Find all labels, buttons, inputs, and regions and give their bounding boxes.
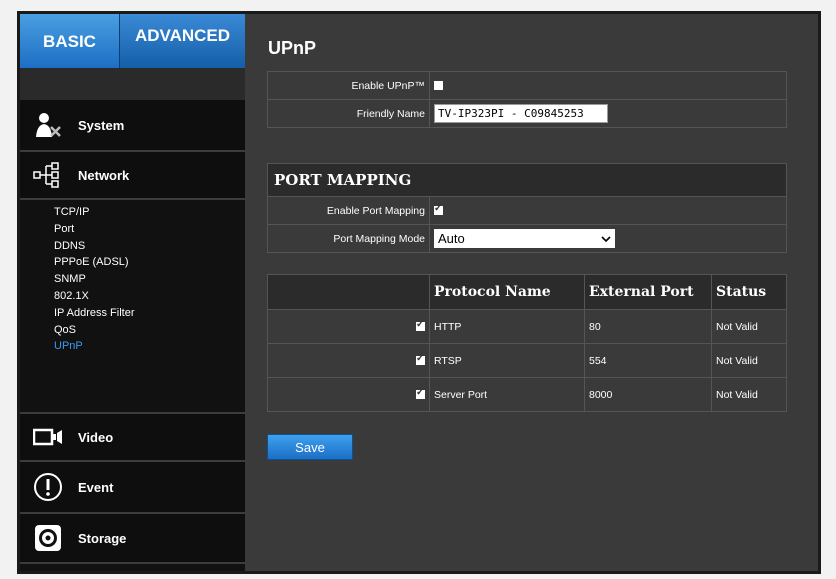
sidebar-section-label: Video: [78, 429, 114, 445]
external-port-cell: 8000: [584, 377, 712, 412]
save-button[interactable]: Save: [267, 434, 353, 460]
port-mapping-settings-table: Enable Port Mapping Port Mapping Mode Au…: [267, 196, 787, 253]
protocol-cell: RTSP: [429, 343, 585, 378]
enable-port-mapping-label: Enable Port Mapping: [267, 196, 430, 225]
sidebar-section-storage[interactable]: Storage: [20, 514, 245, 564]
page-title: UPnP: [268, 38, 317, 58]
enable-upnp-label: Enable UPnP™: [267, 71, 430, 100]
network-subnav: TCP/IP Port DDNS PPPoE (ADSL) SNMP 802.1…: [54, 204, 135, 355]
enable-port-mapping-checkbox[interactable]: [434, 203, 443, 216]
port-mapping-heading: PORT MAPPING: [267, 163, 787, 197]
sidebar-item-pppoe[interactable]: PPPoE (ADSL): [54, 254, 135, 271]
sidebar-section-video[interactable]: Video: [20, 412, 245, 462]
table-row: HTTP 80 Not Valid: [267, 309, 787, 344]
chevron-down-icon: [601, 231, 611, 246]
sidebar: BASIC ADVANCED System Network TCP/IP Por…: [20, 14, 256, 571]
upnp-settings-table: Enable UPnP™ Friendly Name: [267, 71, 787, 128]
row-checkbox[interactable]: [416, 353, 425, 366]
sidebar-item-port[interactable]: Port: [54, 221, 135, 238]
main-content: UPnP Enable UPnP™ Friendly Name PORT MAP…: [245, 14, 818, 571]
sidebar-section-event[interactable]: Event: [20, 462, 245, 514]
sidebar-item-qos[interactable]: QoS: [54, 322, 135, 339]
app-frame: BASIC ADVANCED System Network TCP/IP Por…: [17, 11, 821, 574]
alert-icon: [32, 473, 64, 501]
port-mapping-mode-label: Port Mapping Mode: [267, 224, 430, 253]
sidebar-item-upnp[interactable]: UPnP: [54, 338, 135, 355]
status-cell: Not Valid: [711, 343, 787, 378]
column-header-external-port: External Port: [584, 274, 712, 310]
column-header-status: Status: [711, 274, 787, 310]
external-port-cell: 80: [584, 309, 712, 344]
system-admin-icon: [32, 111, 64, 139]
sidebar-item-8021x[interactable]: 802.1X: [54, 288, 135, 305]
port-mapping-table: Protocol Name External Port Status HTTP …: [267, 274, 787, 412]
row-checkbox[interactable]: [416, 387, 425, 400]
tab-advanced[interactable]: ADVANCED: [120, 14, 245, 68]
column-header-protocol: Protocol Name: [429, 274, 585, 310]
sidebar-section-label: Storage: [78, 530, 127, 546]
sidebar-section-network[interactable]: Network: [20, 152, 245, 200]
protocol-cell: Server Port: [429, 377, 585, 412]
status-cell: Not Valid: [711, 309, 787, 344]
sidebar-section-label: Network: [78, 167, 130, 183]
row-checkbox[interactable]: [416, 319, 425, 332]
sidebar-strip: [20, 68, 245, 100]
network-icon: [32, 161, 64, 189]
tab-basic[interactable]: BASIC: [20, 14, 120, 68]
sidebar-item-snmp[interactable]: SNMP: [54, 271, 135, 288]
protocol-cell: HTTP: [429, 309, 585, 344]
enable-upnp-checkbox[interactable]: [434, 81, 443, 91]
sidebar-item-ip-address-filter[interactable]: IP Address Filter: [54, 305, 135, 322]
storage-disk-icon: [32, 524, 64, 552]
sidebar-item-ddns[interactable]: DDNS: [54, 238, 135, 255]
sidebar-section-label: System: [78, 117, 125, 133]
status-cell: Not Valid: [711, 377, 787, 412]
friendly-name-label: Friendly Name: [267, 99, 430, 128]
mode-tabs: BASIC ADVANCED: [20, 14, 245, 68]
video-camera-icon: [32, 423, 64, 451]
sidebar-section-label: Event: [78, 479, 114, 495]
column-header-select: [267, 274, 430, 310]
table-row: Server Port 8000 Not Valid: [267, 377, 787, 412]
table-row: RTSP 554 Not Valid: [267, 343, 787, 378]
sidebar-item-tcpip[interactable]: TCP/IP: [54, 204, 135, 221]
port-mapping-mode-value: Auto: [438, 231, 465, 246]
port-mapping-mode-select[interactable]: Auto: [434, 229, 615, 248]
sidebar-section-system[interactable]: System: [20, 100, 245, 152]
friendly-name-input[interactable]: [434, 104, 608, 123]
external-port-cell: 554: [584, 343, 712, 378]
table-header-row: Protocol Name External Port Status: [267, 274, 787, 310]
